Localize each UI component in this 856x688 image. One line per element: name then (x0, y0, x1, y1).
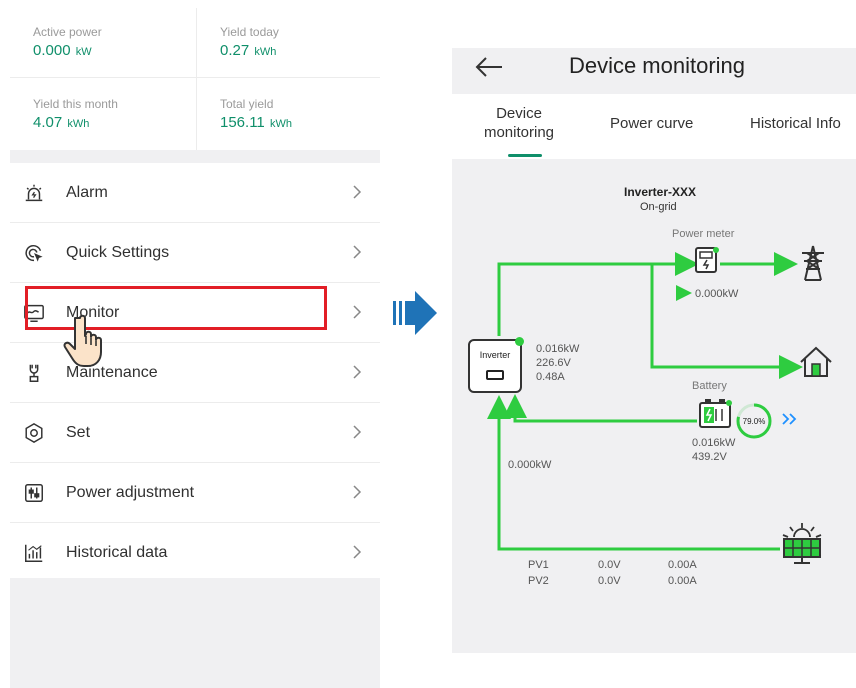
battery-power: 0.016kW (692, 437, 736, 449)
historical-data-icon (22, 541, 46, 565)
empty-area (10, 578, 380, 688)
page-title: Device monitoring (568, 53, 746, 78)
stat-label: Yield this month (33, 97, 118, 111)
menu-item-power-adjustment[interactable]: Power adjustment (10, 463, 380, 523)
grid-tower-icon (802, 245, 824, 281)
home-icon (800, 346, 832, 377)
chevron-right-icon (353, 245, 362, 259)
stat-yield-this-month: Yield this month 4.07 kWh (33, 97, 118, 134)
pv1-name: PV1 (528, 559, 549, 571)
stat-value: 0.000 (33, 42, 71, 59)
pv1-voltage: 0.0V (598, 559, 621, 571)
menu-item-alarm[interactable]: Alarm (10, 163, 380, 223)
back-arrow-icon[interactable] (474, 56, 504, 78)
stat-label: Yield today (220, 25, 279, 39)
inverter-box-label: Inverter (479, 350, 511, 360)
tab-historical-info[interactable]: Historical Info (750, 114, 841, 133)
menu-item-set[interactable]: Set (10, 403, 380, 463)
tab-power-curve[interactable]: Power curve (610, 114, 693, 133)
inverter-power: 0.016kW (536, 343, 580, 355)
pv2-voltage: 0.0V (598, 575, 621, 587)
status-dot (515, 337, 524, 346)
active-tab-indicator (508, 154, 542, 157)
chevron-right-icon (353, 425, 362, 439)
stat-yield-today: Yield today 0.27 kWh (220, 25, 279, 62)
tab-label: monitoring (483, 124, 555, 141)
function-menu: Alarm Quick Settings Monitor Maintenance… (10, 163, 380, 583)
energy-flow-diagram: Inverter-XXX On-grid Inverter 0.016kW 22… (452, 159, 856, 653)
inverter-device[interactable]: Inverter (468, 337, 524, 393)
divider (196, 8, 197, 151)
stat-label: Total yield (220, 97, 274, 111)
menu-item-label: Alarm (66, 183, 108, 201)
battery-label: Battery (692, 380, 727, 392)
alarm-icon (22, 181, 46, 205)
inverter-name: Inverter-XXX (624, 185, 697, 199)
menu-item-label: Power adjustment (66, 483, 195, 501)
maintenance-icon (22, 361, 46, 385)
tab-label: Power curve (610, 115, 694, 132)
pv2-name: PV2 (528, 575, 549, 587)
chevron-right-icon (353, 485, 362, 499)
app-header: Device monitoring (452, 48, 856, 94)
inverter-current: 0.48A (536, 371, 565, 383)
chevron-right-icon (353, 305, 362, 319)
double-chevron-right-icon (782, 413, 797, 425)
menu-item-label: Set (66, 423, 91, 441)
settings-hexagon-icon (22, 421, 46, 445)
pointing-hand-icon (63, 314, 102, 367)
menu-item-label: Historical data (66, 543, 168, 561)
meter-power: 0.000kW (695, 288, 739, 300)
stat-label: Active power (33, 25, 102, 39)
meter-label: Power meter (672, 228, 735, 240)
battery-voltage: 439.2V (692, 451, 727, 463)
battery-soc: 79.0% (742, 417, 766, 426)
stat-active-power: Active power 0.000 kW (33, 25, 102, 62)
flow-lines (487, 252, 803, 551)
section-gap (10, 150, 380, 163)
power-adjustment-icon (22, 481, 46, 505)
menu-item-historical-data[interactable]: Historical data (10, 523, 380, 583)
tab-bar: Device monitoring Power curve Historical… (452, 94, 856, 159)
tab-device-monitoring[interactable]: Device monitoring (474, 104, 564, 142)
pv1-current: 0.00A (668, 559, 697, 571)
stat-unit: kW (75, 46, 92, 58)
battery-icon[interactable] (698, 397, 732, 429)
device-monitoring-screen: Device monitoring Device monitoring Powe… (452, 48, 856, 653)
inverter-voltage: 226.6V (536, 357, 571, 369)
solar-panel-icon (782, 523, 822, 564)
inverter-display-icon (486, 370, 504, 380)
stat-value: 4.07 (33, 114, 63, 131)
tab-label: Device (496, 105, 542, 122)
quick-settings-icon (22, 241, 46, 265)
stat-unit: kWh (269, 118, 292, 130)
chevron-right-icon (353, 185, 362, 199)
divider (10, 77, 380, 78)
stat-unit: kWh (254, 46, 277, 58)
menu-item-label: Quick Settings (66, 243, 170, 261)
tab-label: Historical Info (750, 115, 841, 132)
arrow-right-icon (393, 291, 437, 335)
chevron-right-icon (353, 545, 362, 559)
chevron-right-icon (353, 365, 362, 379)
inverter-status: On-grid (640, 201, 677, 213)
stat-value: 156.11 (220, 114, 265, 131)
stat-value: 0.27 (220, 42, 250, 59)
pv2-current: 0.00A (668, 575, 697, 587)
power-meter-icon[interactable] (695, 247, 719, 275)
pv-power: 0.000kW (508, 459, 552, 471)
stat-unit: kWh (67, 118, 90, 130)
menu-item-quick-settings[interactable]: Quick Settings (10, 223, 380, 283)
stat-total-yield: Total yield 156.11 kWh (220, 97, 292, 134)
